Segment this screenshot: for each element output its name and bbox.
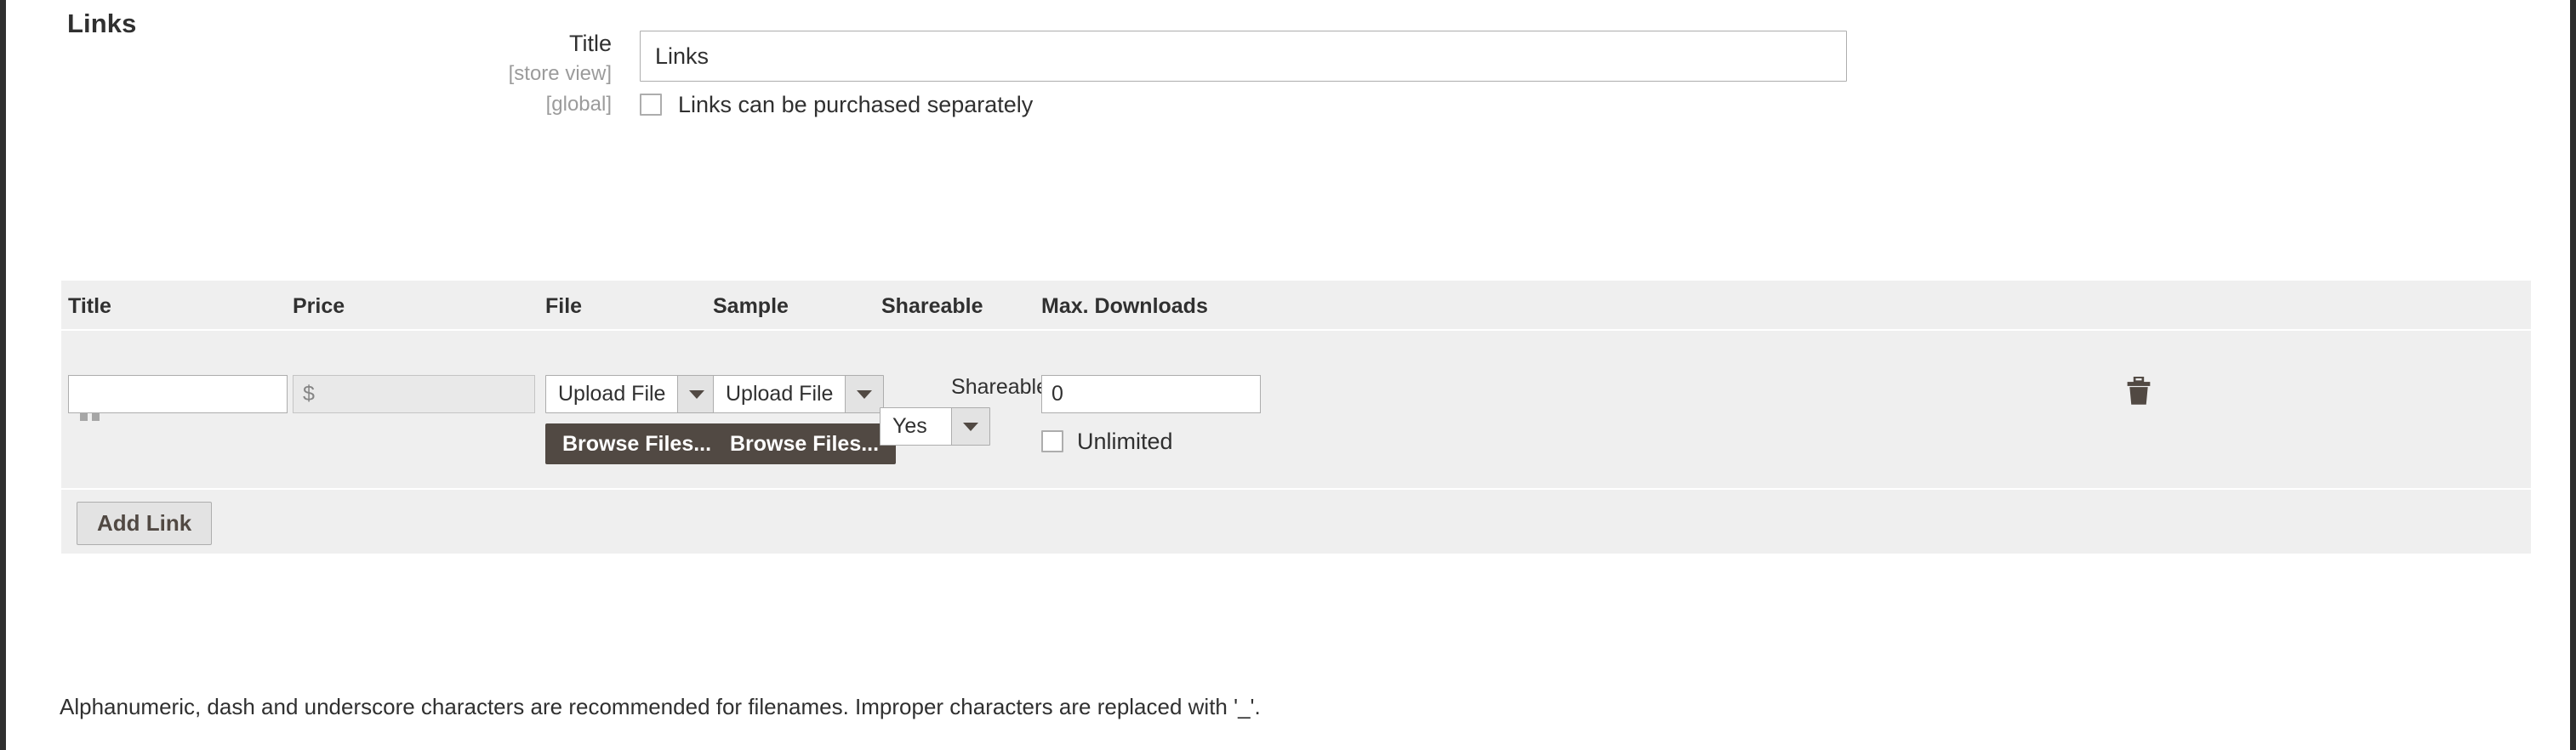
chevron-down-icon[interactable]	[677, 376, 715, 412]
chevron-down-icon[interactable]	[845, 376, 883, 412]
purchase-separately-scope: [global]	[6, 92, 612, 117]
column-header-title: Title	[68, 294, 111, 319]
title-input[interactable]	[640, 31, 1847, 82]
purchase-separately-checkbox[interactable]	[640, 94, 662, 116]
cell-file: Upload File Browse Files...	[545, 375, 728, 464]
purchase-separately-checkbox-line[interactable]: Links can be purchased separately	[640, 92, 1033, 117]
cell-price	[293, 375, 535, 413]
shareable-select[interactable]: Yes	[880, 407, 990, 446]
cell-shareable: Shareable	[881, 375, 1048, 400]
links-section-panel: Links Title [store view] [global] Links …	[0, 0, 2576, 750]
max-downloads-input[interactable]	[1041, 375, 1261, 413]
column-header-shareable: Shareable	[881, 294, 983, 319]
sample-upload-select[interactable]: Upload File	[713, 375, 884, 413]
purchase-separately-label: Links can be purchased separately	[678, 92, 1033, 117]
unlimited-checkbox-line[interactable]: Unlimited	[1041, 429, 1261, 454]
link-title-input[interactable]	[68, 375, 288, 413]
sample-upload-select-value: Upload File	[714, 376, 845, 412]
column-header-max-downloads: Max. Downloads	[1041, 294, 1208, 319]
shareable-select-wrap: Yes	[880, 407, 990, 446]
purchase-separately-label-group: [global]	[6, 92, 640, 117]
file-upload-select[interactable]: Upload File	[545, 375, 716, 413]
trash-icon[interactable]	[2126, 377, 2151, 406]
cell-delete	[2126, 377, 2151, 406]
file-upload-select-value: Upload File	[546, 376, 677, 412]
file-browse-files-button[interactable]: Browse Files...	[545, 423, 728, 464]
links-table: Title Price File Sample Shareable Max. D…	[61, 281, 2531, 554]
title-field-label: Title	[6, 31, 612, 56]
link-price-input[interactable]	[293, 375, 535, 413]
column-header-price: Price	[293, 294, 345, 319]
shareable-inline-label: Shareable	[951, 375, 1048, 399]
title-field-label-group: Title [store view]	[6, 31, 640, 87]
sample-browse-files-button[interactable]: Browse Files...	[713, 423, 896, 464]
cell-title	[68, 375, 288, 413]
cell-max-downloads: Unlimited	[1041, 375, 1261, 454]
chevron-down-icon[interactable]	[951, 408, 989, 445]
shareable-select-value: Yes	[881, 408, 951, 445]
column-header-file: File	[545, 294, 582, 319]
title-field-scope: [store view]	[6, 61, 612, 87]
column-header-sample: Sample	[713, 294, 789, 319]
filename-note: Alphanumeric, dash and underscore charac…	[60, 694, 1261, 720]
cell-sample: Upload File Browse Files...	[713, 375, 896, 464]
purchase-separately-row: [global] Links can be purchased separate…	[6, 92, 1033, 117]
table-row: Upload File Browse Files... Upload File …	[61, 329, 2531, 490]
links-table-footer: Add Link	[61, 490, 2531, 554]
unlimited-checkbox[interactable]	[1041, 430, 1063, 452]
unlimited-label: Unlimited	[1077, 429, 1173, 454]
add-link-button[interactable]: Add Link	[77, 502, 212, 545]
title-field-row: Title [store view]	[6, 31, 1847, 87]
links-table-header: Title Price File Sample Shareable Max. D…	[61, 281, 2531, 329]
